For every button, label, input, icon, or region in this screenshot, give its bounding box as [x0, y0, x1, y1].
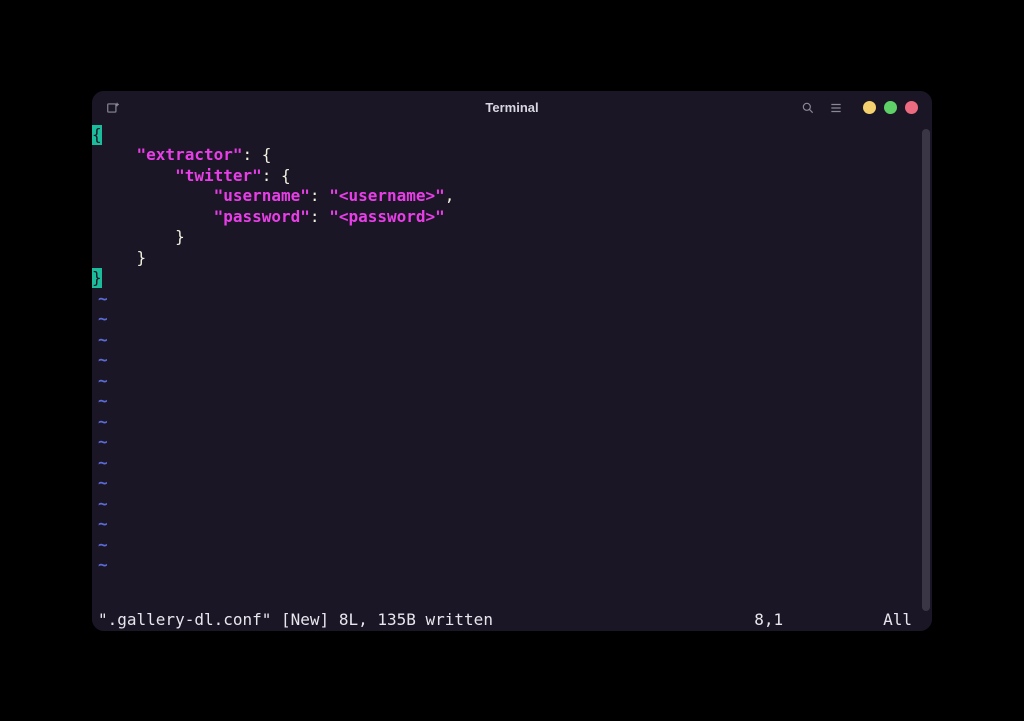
status-scroll: All [883, 610, 920, 629]
minimize-button[interactable] [863, 101, 876, 114]
empty-line-tilde: ~ [92, 453, 920, 474]
code-line[interactable]: } [92, 248, 920, 269]
titlebar-left [106, 101, 120, 115]
status-file: ".gallery-dl.conf" [New] 8L, 135B writte… [98, 610, 493, 629]
scrollbar[interactable] [922, 129, 930, 611]
add-tab-icon[interactable] [106, 101, 120, 115]
code-line[interactable]: { [92, 125, 920, 146]
code-line[interactable]: } [92, 268, 920, 289]
empty-line-tilde: ~ [92, 330, 920, 351]
close-button[interactable] [905, 101, 918, 114]
empty-line-tilde: ~ [92, 432, 920, 453]
empty-line-tilde: ~ [92, 371, 920, 392]
maximize-button[interactable] [884, 101, 897, 114]
terminal-window: Terminal { "extr [92, 91, 932, 631]
empty-line-tilde: ~ [92, 412, 920, 433]
titlebar: Terminal [92, 91, 932, 125]
empty-line-tilde: ~ [92, 494, 920, 515]
empty-line-tilde: ~ [92, 535, 920, 556]
code-line[interactable]: "extractor": { [92, 145, 920, 166]
terminal-body[interactable]: { "extractor": { "twitter": { "username"… [92, 125, 932, 631]
empty-line-tilde: ~ [92, 473, 920, 494]
status-position: 8,1 [754, 610, 883, 629]
code-line[interactable]: "password": "<password>" [92, 207, 920, 228]
empty-line-tilde: ~ [92, 289, 920, 310]
titlebar-right [801, 101, 918, 115]
hamburger-icon[interactable] [829, 101, 843, 115]
traffic-lights [863, 101, 918, 114]
vim-statusbar: ".gallery-dl.conf" [New] 8L, 135B writte… [92, 609, 920, 631]
window-title: Terminal [485, 100, 538, 115]
code-line[interactable]: "username": "<username>", [92, 186, 920, 207]
code-line[interactable]: } [92, 227, 920, 248]
empty-line-tilde: ~ [92, 391, 920, 412]
scrollbar-thumb[interactable] [922, 129, 930, 611]
empty-line-tilde: ~ [92, 555, 920, 576]
empty-line-tilde: ~ [92, 350, 920, 371]
code-line[interactable]: "twitter": { [92, 166, 920, 187]
empty-line-tilde: ~ [92, 309, 920, 330]
editor-content[interactable]: { "extractor": { "twitter": { "username"… [92, 125, 920, 631]
empty-line-tilde: ~ [92, 514, 920, 535]
search-icon[interactable] [801, 101, 815, 115]
